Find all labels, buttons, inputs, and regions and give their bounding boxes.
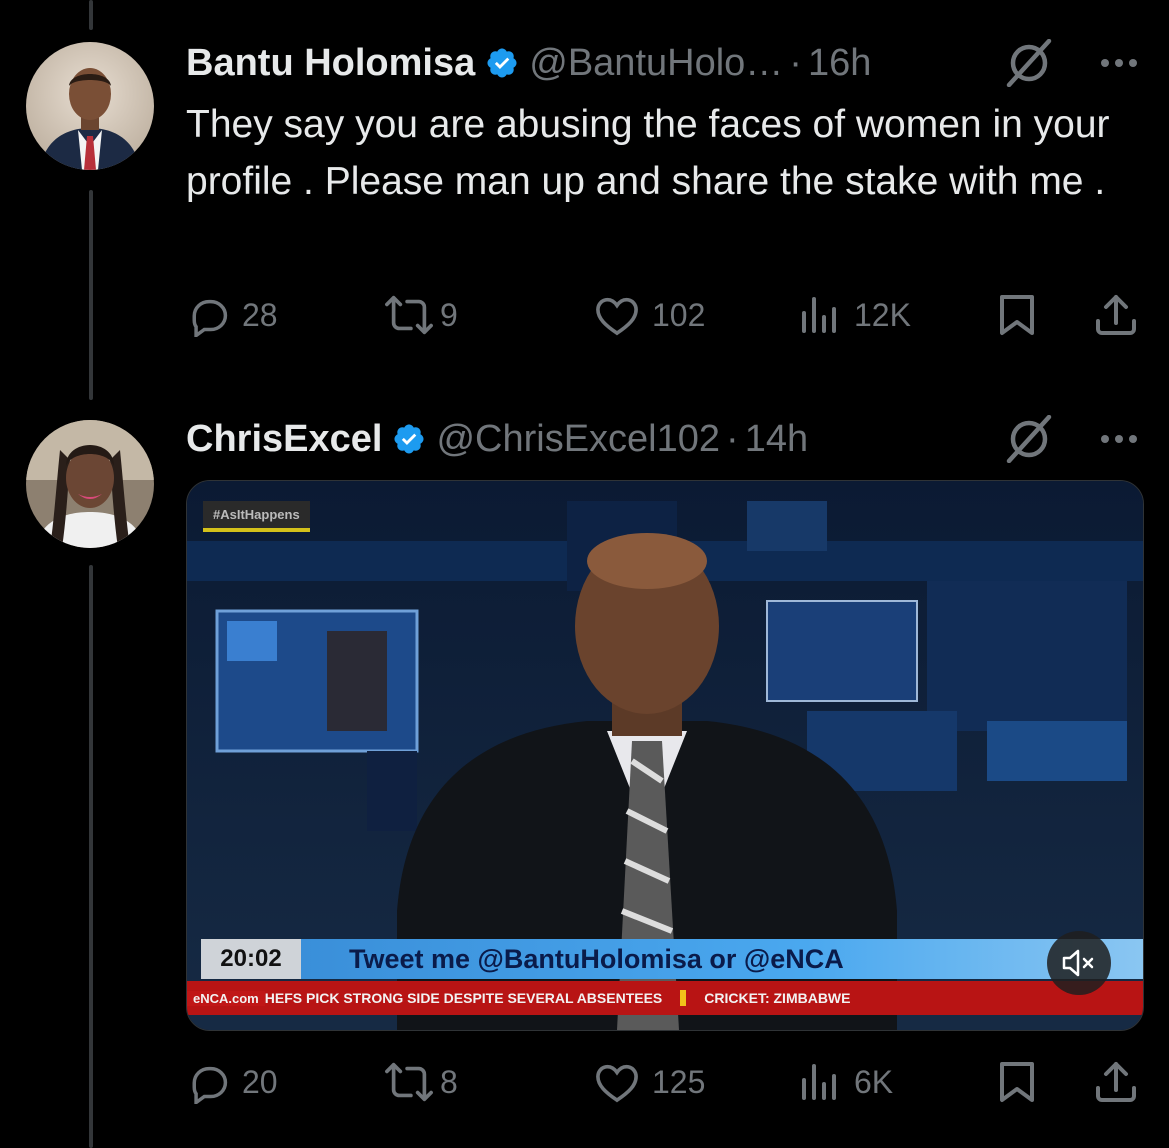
tweet[interactable]: ChrisExcel @ChrisExcel102 · 14h #AsItHap… [0, 400, 1169, 1148]
like-button[interactable]: 102 [594, 290, 705, 340]
repost-icon [385, 1062, 433, 1102]
share-icon [1096, 1062, 1136, 1102]
bookmark-button[interactable] [998, 1057, 1036, 1107]
ticker-headline: CRICKET: ZIMBABWE [704, 990, 851, 1006]
verified-badge-icon [394, 424, 424, 454]
like-button[interactable]: 125 [594, 1057, 705, 1107]
video-player[interactable]: #AsItHappens 20:02 Tweet me @BantuHolomi… [186, 480, 1144, 1031]
reply-icon [192, 1066, 228, 1104]
grok-icon[interactable] [1003, 39, 1055, 87]
reply-count: 20 [242, 1063, 278, 1100]
bookmark-icon [1000, 1062, 1034, 1102]
tweet-actions: 28 9 102 12K [186, 290, 1138, 340]
like-count: 102 [652, 296, 706, 333]
display-name[interactable]: ChrisExcel [186, 418, 382, 461]
bookmark-icon [1000, 295, 1034, 335]
reply-count: 28 [242, 296, 278, 333]
news-ticker: eNCA.com HEFS PICK STRONG SIDE DESPITE S… [187, 981, 1143, 1015]
share-icon [1096, 295, 1136, 335]
avatar[interactable] [26, 420, 154, 548]
tweet-actions: 20 8 125 6K [186, 1057, 1138, 1107]
views-button[interactable]: 12K [798, 290, 911, 340]
reply-icon [192, 299, 228, 337]
avatar[interactable] [26, 42, 154, 170]
reply-button[interactable]: 20 [186, 1057, 278, 1107]
mute-toggle-button[interactable] [1047, 931, 1111, 995]
tweet-header-actions [1003, 38, 1139, 88]
user-handle[interactable]: @ChrisExcel102 [436, 418, 720, 461]
views-count: 6K [854, 1063, 894, 1100]
views-count: 12K [854, 296, 911, 333]
bookmark-button[interactable] [998, 290, 1036, 340]
timestamp[interactable]: 16h [808, 42, 871, 85]
like-count: 125 [652, 1063, 706, 1100]
tweet-header: ChrisExcel @ChrisExcel102 · 14h [186, 414, 808, 464]
share-button[interactable] [1094, 290, 1138, 340]
display-name[interactable]: Bantu Holomisa [186, 42, 475, 85]
views-icon [802, 297, 836, 333]
views-button[interactable]: 6K [798, 1057, 893, 1107]
more-options-icon[interactable] [1099, 57, 1139, 69]
repost-icon [385, 295, 433, 335]
grok-icon[interactable] [1003, 415, 1055, 463]
verified-badge-icon [487, 48, 517, 78]
repost-button[interactable]: 9 [384, 290, 458, 340]
separator-dot: · [726, 417, 739, 460]
ticker-separator [680, 990, 687, 1006]
tweet-header: Bantu Holomisa @BantuHolo… · 16h [186, 38, 871, 88]
speaker-muted-icon [1062, 949, 1094, 977]
more-options-icon[interactable] [1099, 433, 1139, 445]
tweet[interactable]: Bantu Holomisa @BantuHolo… · 16h They sa… [0, 0, 1169, 400]
show-hashtag: #AsItHappens [203, 501, 310, 532]
repost-count: 9 [440, 296, 458, 333]
ticker-headline: HEFS PICK STRONG SIDE DESPITE SEVERAL AB… [264, 990, 663, 1006]
user-handle[interactable]: @BantuHolo… [529, 42, 783, 85]
tweet-text: They say you are abusing the faces of wo… [186, 103, 1110, 203]
timestamp[interactable]: 14h [745, 418, 808, 461]
views-icon [802, 1064, 836, 1100]
repost-count: 8 [440, 1063, 458, 1100]
repost-button[interactable]: 8 [384, 1057, 458, 1107]
ticker-brand: eNCA.com [187, 990, 265, 1006]
reply-button[interactable]: 28 [186, 290, 278, 340]
broadcast-clock: 20:02 [201, 939, 301, 979]
separator-dot: · [789, 41, 802, 84]
heart-icon [596, 297, 638, 336]
heart-icon [596, 1064, 638, 1103]
tweet-header-actions [1003, 414, 1139, 464]
lower-third-banner: Tweet me @BantuHolomisa or @eNCA [301, 939, 1143, 979]
share-button[interactable] [1094, 1057, 1138, 1107]
